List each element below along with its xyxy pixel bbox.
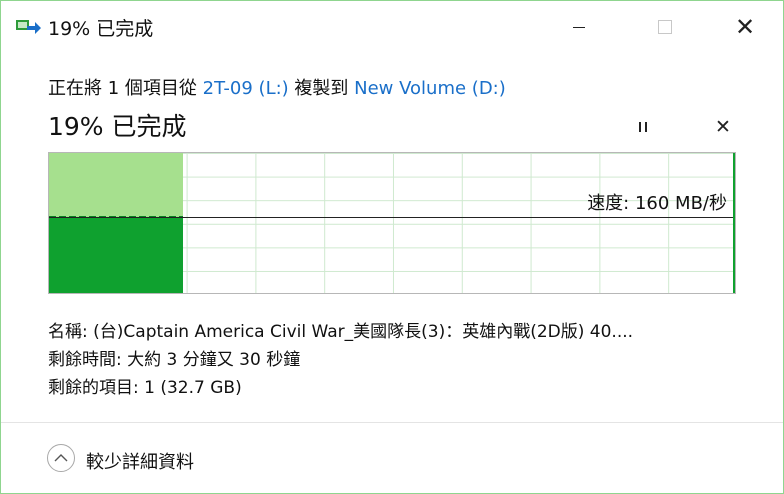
minimize-button[interactable]	[551, 1, 607, 53]
speed-label: 速度: 160 MB/秒	[587, 193, 727, 214]
detail-time-remaining: 剩餘時間: 大約 3 分鐘又 30 秒鐘	[48, 345, 300, 370]
progress-fill-light	[49, 153, 183, 217]
progress-fill-dark	[49, 217, 183, 293]
copy-description: 正在將 1 個項目從 2T-09 (L:) 複製到 New Volume (D:…	[48, 74, 506, 100]
time-value: 大約 3 分鐘又 30 秒鐘	[127, 350, 301, 370]
name-label: 名稱:	[48, 322, 94, 342]
copy-middle: 複製到	[288, 78, 355, 99]
items-label: 剩餘的項目:	[48, 378, 145, 398]
source-link[interactable]: 2T-09 (L:)	[203, 78, 289, 99]
maximize-button[interactable]	[637, 1, 693, 53]
detail-items-remaining: 剩餘的項目: 1 (32.7 GB)	[48, 373, 242, 398]
copy-arrow-icon	[16, 20, 41, 34]
less-details-toggle[interactable]	[47, 444, 75, 472]
title-bar[interactable]: 19% 已完成 ✕	[1, 1, 783, 53]
speed-graph: 速度: 160 MB/秒	[48, 152, 736, 294]
cancel-icon: ✕	[715, 116, 731, 138]
minimize-icon	[573, 26, 585, 28]
maximize-icon	[658, 20, 672, 34]
items-value: 1 (32.7 GB)	[144, 378, 242, 398]
chevron-up-icon	[54, 454, 68, 462]
cancel-button[interactable]: ✕	[711, 115, 735, 139]
copy-progress-window: 19% 已完成 ✕ 正在將 1 個項目從 2T-09 (L:) 複製到 New …	[0, 0, 784, 494]
name-value: (台)Captain America Civil War_美國隊長(3)：英雄內…	[93, 322, 634, 342]
detail-name: 名稱: (台)Captain America Civil War_美國隊長(3)…	[48, 317, 738, 342]
window-title: 19% 已完成	[48, 18, 154, 40]
progress-status: 19% 已完成	[48, 112, 187, 141]
copy-prefix: 正在將 1 個項目從	[48, 78, 203, 99]
destination-link[interactable]: New Volume (D:)	[354, 78, 506, 99]
less-details-label[interactable]: 較少詳細資料	[86, 448, 194, 474]
pause-button[interactable]	[631, 115, 655, 139]
time-label: 剩餘時間:	[48, 350, 128, 370]
close-icon: ✕	[734, 13, 756, 41]
speed-line	[49, 217, 735, 218]
graph-right-edge	[733, 153, 735, 293]
footer: 較少詳細資料	[1, 423, 783, 493]
close-button[interactable]: ✕	[717, 1, 773, 53]
pause-icon	[639, 122, 647, 132]
